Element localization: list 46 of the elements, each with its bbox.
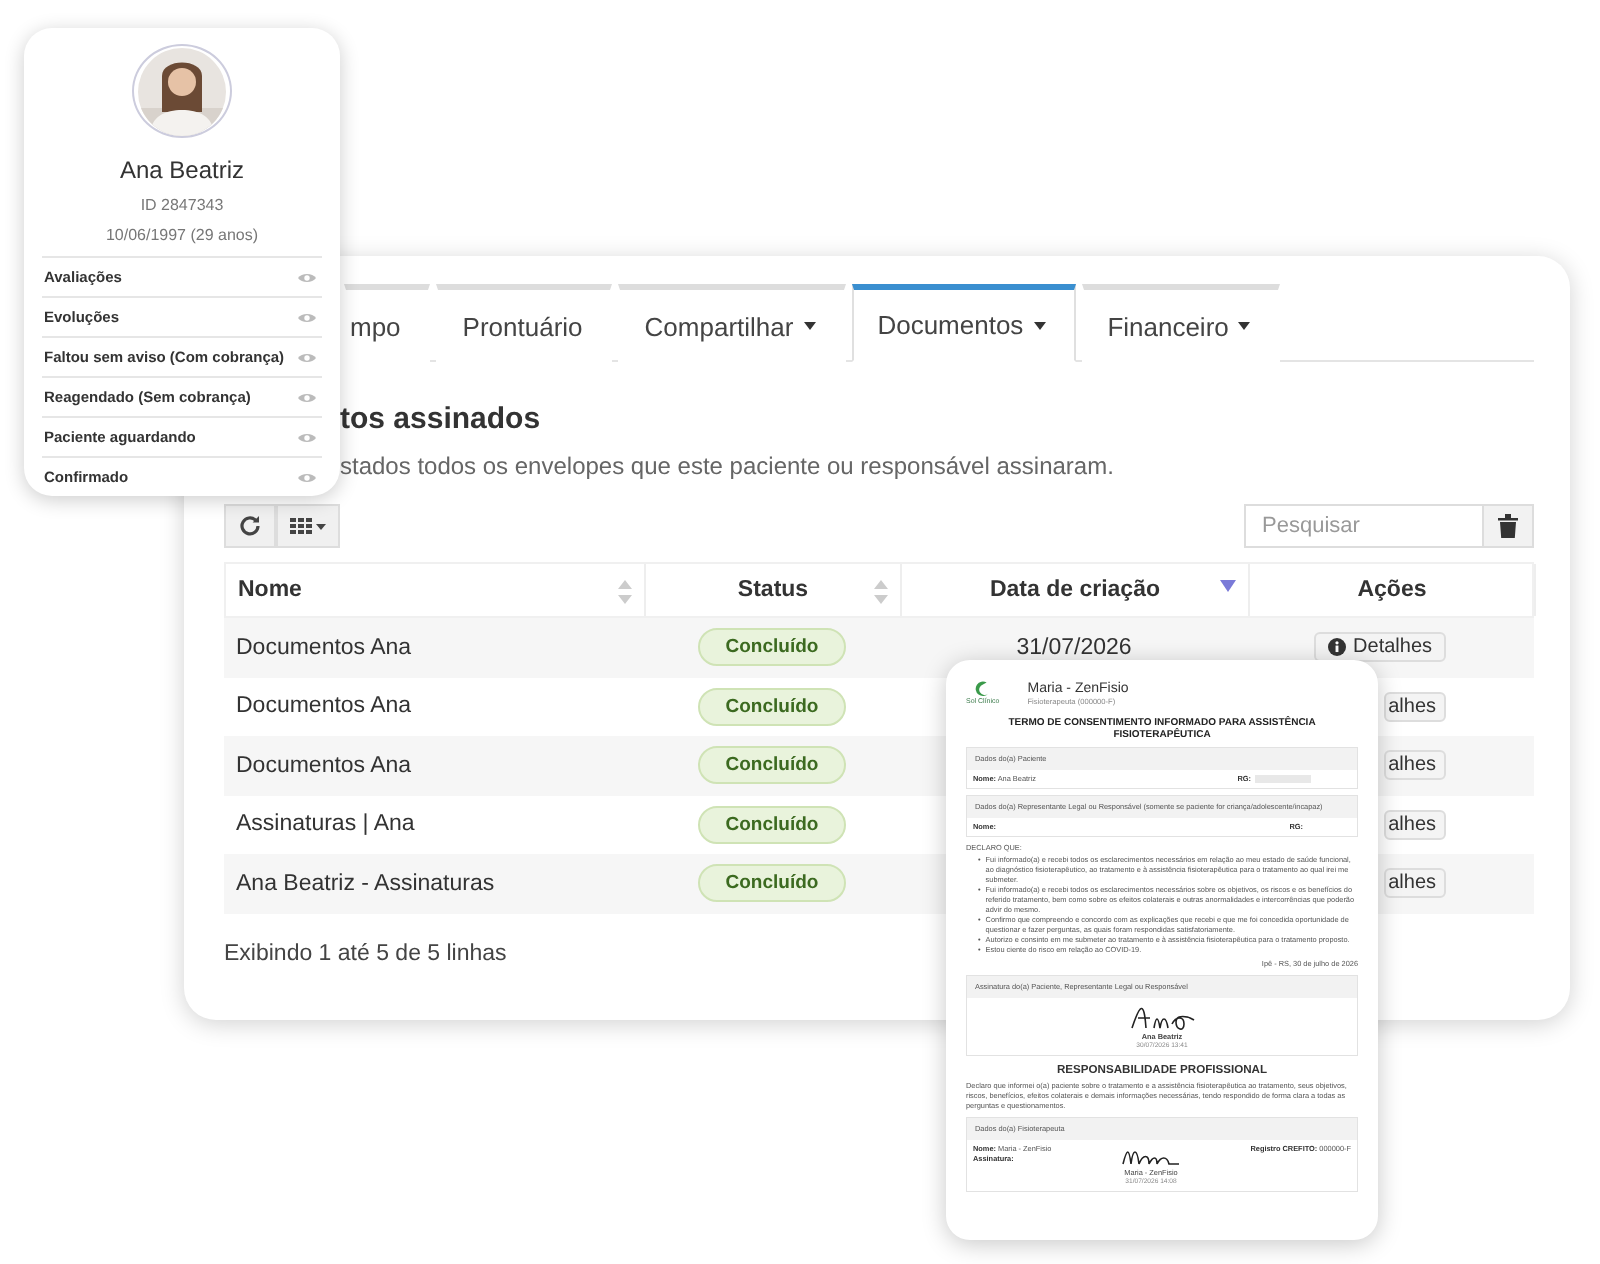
details-button[interactable]: alhes (1384, 809, 1446, 840)
section-title: tos assinados (340, 402, 543, 436)
trash-icon (1498, 514, 1518, 538)
status-badge: Concluído (697, 805, 847, 844)
eye-icon (298, 471, 316, 483)
eye-icon (298, 351, 316, 363)
eye-icon (298, 311, 316, 323)
status-badge: Concluído (697, 687, 847, 726)
eye-icon (298, 431, 316, 443)
details-button[interactable]: Detalhes (1313, 632, 1446, 663)
table-cell: 31/07/2026 (1016, 635, 1132, 660)
eye-icon (298, 271, 316, 283)
tab[interactable]: Financeiro (1081, 284, 1281, 362)
table-cell-text: Ana Beatriz - Assinaturas (234, 869, 497, 900)
column-header[interactable]: Data de criação (902, 564, 1250, 616)
delete-button[interactable] (1484, 504, 1534, 548)
columns-button[interactable] (276, 504, 340, 548)
column-header[interactable]: Nome (226, 564, 646, 616)
eye-icon (298, 391, 316, 403)
search-field[interactable]: Pesquisar (1244, 504, 1484, 548)
tab[interactable]: mpo (344, 284, 431, 362)
grid-icon (290, 516, 326, 536)
refresh-icon (238, 514, 262, 538)
table-cell-text: Documentos Ana (234, 692, 414, 723)
table-cell-text: Documentos Ana (234, 633, 414, 664)
table-cell-text: Documentos Ana (234, 751, 414, 782)
tab[interactable]: Compartilhar (618, 284, 846, 362)
info-icon (1327, 638, 1346, 657)
details-button[interactable]: alhes (1384, 750, 1446, 781)
logo-icon (973, 678, 992, 697)
details-button[interactable]: alhes (1384, 868, 1446, 899)
column-header[interactable]: Ações (1250, 564, 1536, 616)
tab[interactable]: Documentos (851, 284, 1076, 362)
status-badge: Concluído (697, 628, 847, 667)
tab[interactable]: Prontuário (436, 284, 613, 362)
birth-date: 10/06/1997 (29 anos) (105, 226, 259, 244)
details-button[interactable]: alhes (1384, 691, 1446, 722)
status-badge: Concluído (697, 746, 847, 785)
status-badge: Concluído (697, 864, 847, 903)
patient-name: Ana Beatriz (119, 156, 245, 184)
patient-id: ID 2847343 (140, 196, 224, 214)
column-header[interactable]: Status (646, 564, 902, 616)
section-description: stados todos os envelopes que este paciente ou responsável assinaram. (340, 452, 1116, 480)
table-cell-text: Assinaturas | Ana (234, 810, 417, 841)
refresh-button[interactable] (224, 504, 276, 548)
pagination-info: Exibindo 1 até 5 de 5 linhas (224, 941, 507, 965)
